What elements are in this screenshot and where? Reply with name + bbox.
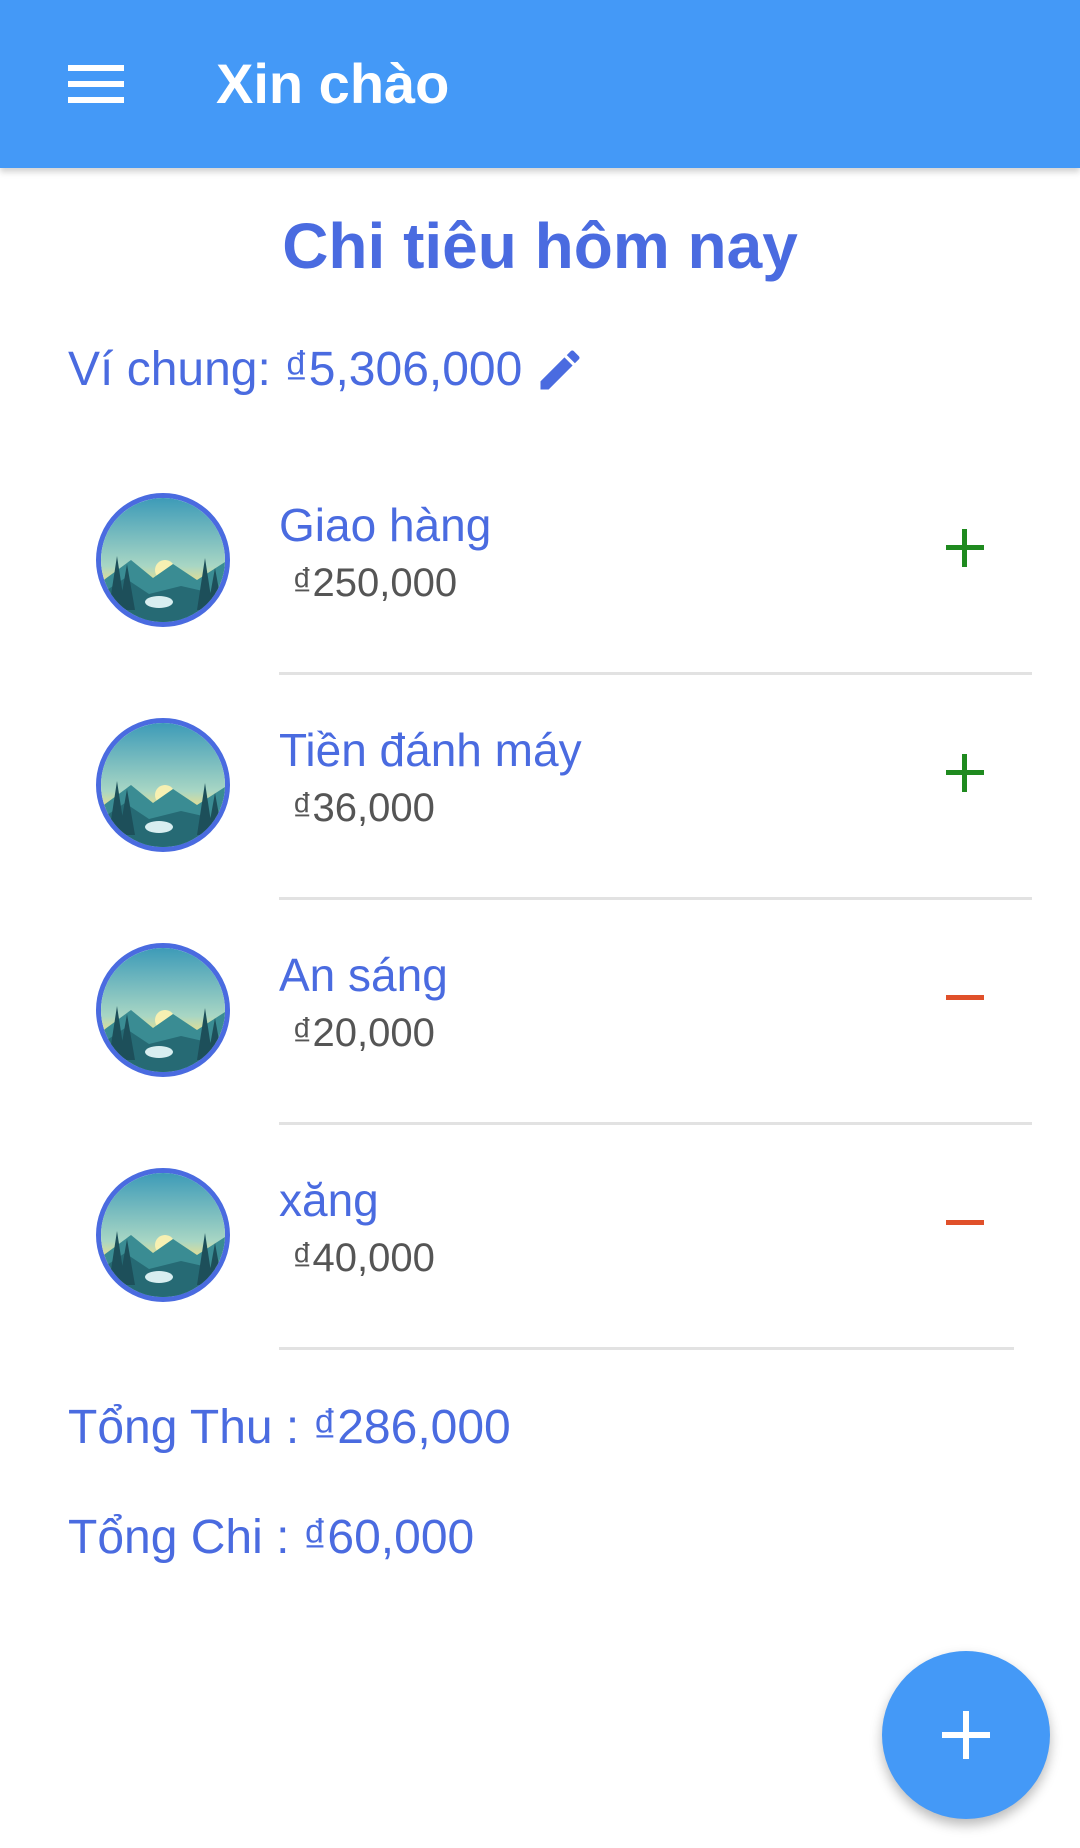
avatar: [96, 1168, 230, 1302]
transaction-name: An sáng: [279, 949, 448, 1001]
avatar: [96, 943, 230, 1077]
add-transaction-button[interactable]: [882, 1651, 1050, 1819]
total-income: Tổng Thu : ₫286,000: [68, 1401, 511, 1454]
landscape-image: [101, 498, 225, 622]
wallet-row: Ví chung: ₫5,306,000: [68, 338, 586, 402]
transaction-amount: ₫36,000: [292, 786, 435, 830]
app-title: Xin chào: [216, 52, 450, 115]
transaction-item[interactable]: xăng ₫40,000: [0, 1125, 1080, 1350]
divider: [279, 1347, 1014, 1350]
transaction-amount: ₫40,000: [292, 1236, 435, 1280]
transaction-list: Giao hàng ₫250,000 Tiền đánh máy ₫36,000…: [0, 450, 1080, 1350]
avatar: [96, 718, 230, 852]
minus-icon: [937, 1195, 993, 1251]
landscape-image: [101, 1173, 225, 1297]
page-title: Chi tiêu hôm nay: [282, 210, 798, 282]
transaction-name: Giao hàng: [279, 499, 492, 551]
plus-icon: [937, 520, 993, 576]
app-bar: Xin chào: [0, 0, 1080, 168]
menu-icon: [68, 65, 124, 103]
menu-button[interactable]: [60, 54, 132, 114]
transaction-item[interactable]: Giao hàng ₫250,000: [0, 450, 1080, 675]
transaction-amount: ₫20,000: [292, 1011, 435, 1055]
wallet-balance: Ví chung: ₫5,306,000: [68, 343, 523, 396]
plus-icon: [942, 1711, 990, 1759]
total-expense: Tổng Chi : ₫60,000: [68, 1511, 475, 1564]
transaction-item[interactable]: An sáng ₫20,000: [0, 900, 1080, 1125]
landscape-image: [101, 948, 225, 1072]
transaction-amount: ₫250,000: [292, 561, 458, 605]
transaction-item[interactable]: Tiền đánh máy ₫36,000: [0, 675, 1080, 900]
pencil-icon: [540, 350, 580, 390]
transaction-name: xăng: [279, 1174, 379, 1226]
transaction-name: Tiền đánh máy: [279, 724, 582, 776]
edit-wallet-button[interactable]: [534, 344, 586, 396]
minus-icon: [937, 970, 993, 1026]
plus-icon: [937, 745, 993, 801]
landscape-image: [101, 723, 225, 847]
avatar: [96, 493, 230, 627]
